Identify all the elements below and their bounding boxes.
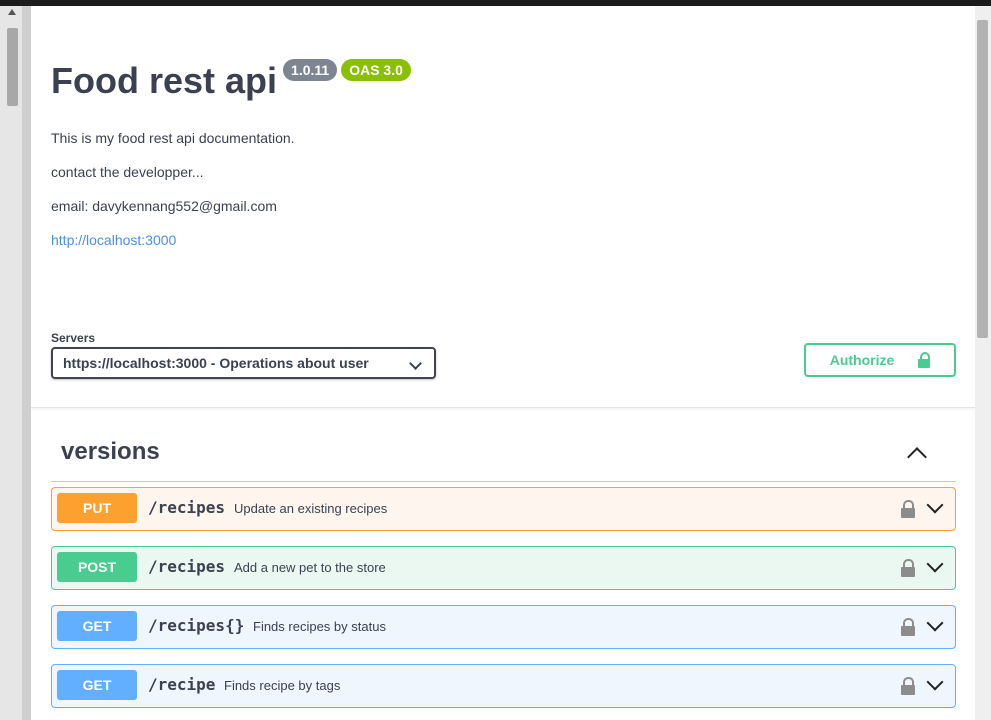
- info-header: Food rest api 1.0.11 OAS 3.0: [51, 59, 411, 102]
- operation-get-recipes-status[interactable]: GET /recipes{} Finds recipes by status: [51, 605, 956, 649]
- method-badge: PUT: [57, 493, 137, 523]
- tag-divider: [51, 481, 956, 482]
- chevron-down-icon[interactable]: [926, 673, 944, 691]
- right-scrollbar-thumb[interactable]: [977, 20, 988, 338]
- operation-path: /recipe: [148, 675, 216, 694]
- chevron-down-icon[interactable]: [926, 614, 944, 632]
- servers-label: Servers: [51, 331, 96, 345]
- version-badge: 1.0.11: [283, 59, 338, 81]
- left-scrollbar-thumb[interactable]: [7, 28, 18, 106]
- operation-get-recipe-tags[interactable]: GET /recipe Finds recipe by tags: [51, 664, 956, 708]
- api-link[interactable]: http://localhost:3000: [51, 232, 176, 248]
- authorize-button[interactable]: Authorize: [804, 343, 956, 377]
- api-email: email: davykennang552@gmail.com: [51, 198, 277, 214]
- method-badge: GET: [57, 611, 137, 641]
- api-contact: contact the developper...: [51, 164, 204, 180]
- lock-icon[interactable]: [901, 677, 915, 695]
- chevron-down-icon[interactable]: [926, 496, 944, 514]
- operation-path: /recipes: [148, 557, 226, 576]
- operation-summary: Add a new pet to the store: [234, 560, 386, 575]
- swagger-page: Food rest api 1.0.11 OAS 3.0 This is my …: [31, 6, 975, 720]
- chevron-down-icon[interactable]: [926, 555, 944, 573]
- lock-icon[interactable]: [901, 559, 915, 577]
- operation-summary: Finds recipes by status: [253, 619, 386, 634]
- page-gutter: [22, 6, 31, 720]
- operation-summary: Update an existing recipes: [234, 501, 388, 516]
- servers-selected-value: https://localhost:3000 - Operations abou…: [63, 355, 369, 371]
- authorize-label: Authorize: [829, 352, 895, 368]
- method-badge: POST: [57, 552, 137, 582]
- section-divider: [31, 407, 975, 408]
- api-description: This is my food rest api documentation.: [51, 130, 295, 146]
- operation-path: /recipes: [148, 498, 226, 517]
- left-scrollbar[interactable]: [0, 6, 22, 720]
- operation-put-recipes[interactable]: PUT /recipes Update an existing recipes: [51, 487, 956, 531]
- oas-badge: OAS 3.0: [341, 59, 411, 81]
- method-badge: GET: [57, 670, 137, 700]
- tag-title[interactable]: versions: [61, 438, 160, 466]
- servers-select[interactable]: https://localhost:3000 - Operations abou…: [51, 347, 436, 379]
- right-scrollbar[interactable]: [975, 6, 991, 720]
- lock-icon[interactable]: [901, 618, 915, 636]
- lock-icon: [918, 352, 931, 368]
- chevron-down-icon: [409, 357, 422, 370]
- operation-path: /recipes{}: [148, 616, 245, 635]
- api-title: Food rest api: [51, 60, 278, 101]
- scroll-up-arrow-icon[interactable]: [8, 9, 16, 15]
- operation-post-recipes[interactable]: POST /recipes Add a new pet to the store: [51, 546, 956, 590]
- chevron-up-icon[interactable]: [907, 447, 927, 467]
- lock-icon[interactable]: [901, 500, 915, 518]
- operation-summary: Finds recipe by tags: [224, 678, 341, 693]
